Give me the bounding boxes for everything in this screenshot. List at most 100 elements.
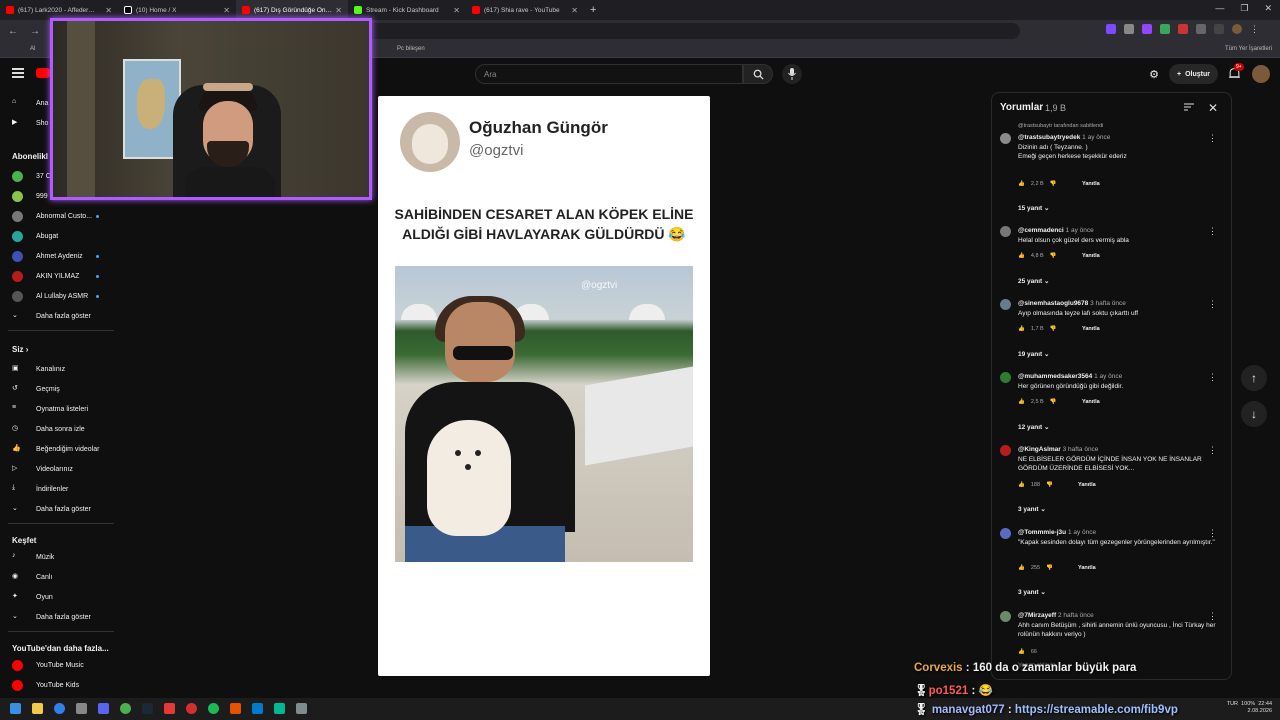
avatar[interactable] bbox=[1000, 611, 1011, 622]
extension-icon[interactable] bbox=[1160, 24, 1170, 34]
sidebar-item-history[interactable]: ↺ Geçmiş bbox=[0, 380, 116, 398]
comment-menu-icon[interactable]: ⋮ bbox=[1208, 372, 1217, 383]
edge-icon[interactable] bbox=[54, 703, 65, 714]
reply-button[interactable]: Yanıtla bbox=[1082, 399, 1100, 405]
voice-search-button[interactable] bbox=[782, 64, 802, 84]
view-replies-button[interactable]: 19 yanıt ⌄ bbox=[1018, 350, 1049, 358]
thumbs-down-icon[interactable]: 👎 bbox=[1050, 326, 1057, 332]
sidebar-item-playlists[interactable]: ≡ Oynatma listeleri bbox=[0, 400, 116, 418]
clock-time[interactable]: 22:44 bbox=[1258, 701, 1272, 707]
language-indicator[interactable]: TUR bbox=[1227, 701, 1238, 707]
comment-author[interactable]: @trastsubaytryedek 1 ay önce bbox=[1018, 134, 1110, 141]
chat-link[interactable]: https://streamable.com/fib9vp bbox=[1015, 704, 1178, 716]
vscode-icon[interactable] bbox=[252, 703, 263, 714]
thumbs-down-icon[interactable]: 👎 bbox=[1046, 565, 1053, 571]
battery-percent[interactable]: 100% bbox=[1241, 701, 1255, 707]
subscription-item[interactable]: Abugat bbox=[0, 227, 116, 245]
extension-icon[interactable] bbox=[1106, 24, 1116, 34]
comment-author[interactable]: @muhammedsaker3564 1 ay önce bbox=[1018, 373, 1122, 380]
profile-avatar[interactable] bbox=[1232, 24, 1242, 34]
sidebar-item-youtube-kids[interactable]: YouTube Kids bbox=[0, 676, 116, 694]
comment-author[interactable]: @Tommmie-j3u 1 ay önce bbox=[1018, 529, 1096, 536]
youtube-logo[interactable] bbox=[36, 68, 50, 78]
sidebar-item-live[interactable]: ◉ Canlı bbox=[0, 568, 116, 586]
extension-icon[interactable] bbox=[1178, 24, 1188, 34]
search-input[interactable]: Ara bbox=[475, 64, 743, 84]
steam-icon[interactable] bbox=[142, 703, 153, 714]
sidebar-item-watch-later[interactable]: ◷ Daha sonra izle bbox=[0, 420, 116, 438]
maximize-icon[interactable]: ❐ bbox=[1240, 3, 1248, 14]
sidebar-item-youtube-music[interactable]: YouTube Music bbox=[0, 656, 116, 674]
chrome-icon[interactable] bbox=[120, 703, 131, 714]
extension-gear-icon[interactable]: ⚙ bbox=[1149, 68, 1159, 81]
app-icon[interactable] bbox=[274, 703, 285, 714]
subscription-item[interactable]: Abnormal Custo... bbox=[0, 207, 116, 225]
app-icon[interactable] bbox=[164, 703, 175, 714]
bookmark-folder[interactable]: Al bbox=[30, 46, 35, 52]
short-video-player[interactable]: Oğuzhan Güngör @ogztvi SAHİBİNDEN CESARE… bbox=[378, 96, 710, 676]
search-button[interactable] bbox=[743, 64, 773, 84]
close-tab-icon[interactable]: ✕ bbox=[453, 6, 460, 15]
thumbs-up-icon[interactable]: 👍 bbox=[1018, 253, 1025, 259]
avatar[interactable] bbox=[1000, 226, 1011, 237]
minimize-icon[interactable]: — bbox=[1215, 3, 1224, 14]
avatar[interactable] bbox=[1000, 528, 1011, 539]
new-tab-button[interactable]: + bbox=[590, 4, 596, 16]
start-icon[interactable] bbox=[10, 703, 21, 714]
sidebar-item-your-videos[interactable]: ▷ Videolarınız bbox=[0, 460, 116, 478]
subscription-item[interactable]: Ahmet Aydeniz bbox=[0, 247, 116, 265]
extension-icon[interactable] bbox=[1142, 24, 1152, 34]
thumbs-down-icon[interactable]: 👎 bbox=[1050, 181, 1057, 187]
sidebar-item-gaming[interactable]: ✦ Oyun bbox=[0, 588, 116, 606]
comment-menu-icon[interactable]: ⋮ bbox=[1208, 226, 1217, 237]
show-more-subscriptions[interactable]: ⌄ Daha fazla göster bbox=[0, 307, 116, 325]
extension-icon[interactable] bbox=[1196, 24, 1206, 34]
spotify-icon[interactable] bbox=[208, 703, 219, 714]
avatar[interactable] bbox=[1000, 445, 1011, 456]
view-replies-button[interactable]: 3 yanıt ⌄ bbox=[1018, 505, 1046, 513]
avatar[interactable] bbox=[1252, 65, 1270, 83]
subscription-item[interactable]: AKIN YILMAZ bbox=[0, 267, 116, 285]
show-more-explore[interactable]: ⌄ Daha fazla göster bbox=[0, 608, 116, 626]
reply-button[interactable]: Yanıtla bbox=[1078, 482, 1096, 488]
comment-author[interactable]: @7Mirzayeff 2 hafta önce bbox=[1018, 612, 1094, 619]
thumbs-up-icon[interactable]: 👍 bbox=[1018, 181, 1025, 187]
opera-icon[interactable] bbox=[186, 703, 197, 714]
avatar[interactable] bbox=[1000, 299, 1011, 310]
browser-tab[interactable]: (10) Home / X ✕ bbox=[118, 0, 236, 20]
menu-kebab-icon[interactable]: ⋮ bbox=[1250, 24, 1260, 34]
all-bookmarks[interactable]: Tüm Yer İşaretleri bbox=[1225, 46, 1272, 52]
thumbs-up-icon[interactable]: 👍 bbox=[1018, 565, 1025, 571]
next-short-button[interactable]: ↓ bbox=[1241, 401, 1267, 427]
avatar[interactable] bbox=[1000, 372, 1011, 383]
you-header[interactable]: Siz › bbox=[12, 345, 28, 354]
close-tab-icon[interactable]: ✕ bbox=[571, 6, 578, 15]
close-tab-icon[interactable]: ✕ bbox=[335, 6, 342, 15]
reply-button[interactable]: Yanıtla bbox=[1082, 326, 1100, 332]
file-explorer-icon[interactable] bbox=[32, 703, 43, 714]
browser-tab[interactable]: Stream - Kick Dashboard ✕ bbox=[348, 0, 466, 20]
show-more-you[interactable]: ⌄ Daha fazla göster bbox=[0, 500, 116, 518]
browser-tab-active[interactable]: (617) Dış Göründüğe Önem ✕ bbox=[236, 0, 348, 20]
reply-button[interactable]: Yanıtla bbox=[1078, 565, 1096, 571]
comment-menu-icon[interactable]: ⋮ bbox=[1208, 611, 1217, 622]
thumbs-up-icon[interactable]: 👍 bbox=[1018, 399, 1025, 405]
create-button[interactable]: + Oluştur bbox=[1169, 64, 1218, 84]
subscriptions-header[interactable]: Abonelikl bbox=[12, 152, 48, 161]
thumbs-up-icon[interactable]: 👍 bbox=[1018, 326, 1025, 332]
notifications-button[interactable]: 9+ bbox=[1228, 63, 1244, 81]
close-window-icon[interactable]: ✕ bbox=[1264, 3, 1272, 14]
close-tab-icon[interactable]: ✕ bbox=[223, 6, 230, 15]
menu-hamburger-icon[interactable] bbox=[12, 68, 24, 78]
clock-date[interactable]: 2.08.2026 bbox=[1248, 708, 1272, 714]
thumbs-up-icon[interactable]: 👍 bbox=[1018, 649, 1025, 655]
sidebar-item-liked[interactable]: 👍 Beğendiğim videolar bbox=[0, 440, 116, 458]
thumbs-up-icon[interactable]: 👍 bbox=[1018, 482, 1025, 488]
bookmark-item[interactable]: Pc bileşen bbox=[397, 46, 425, 52]
view-replies-button[interactable]: 3 yanıt ⌄ bbox=[1018, 588, 1046, 596]
puzzle-icon[interactable] bbox=[1214, 24, 1224, 34]
avatar[interactable] bbox=[1000, 133, 1011, 144]
thumbs-down-icon[interactable]: 👎 bbox=[1050, 399, 1057, 405]
comment-menu-icon[interactable]: ⋮ bbox=[1208, 445, 1217, 456]
view-replies-button[interactable]: 15 yanıt ⌄ bbox=[1018, 204, 1049, 212]
